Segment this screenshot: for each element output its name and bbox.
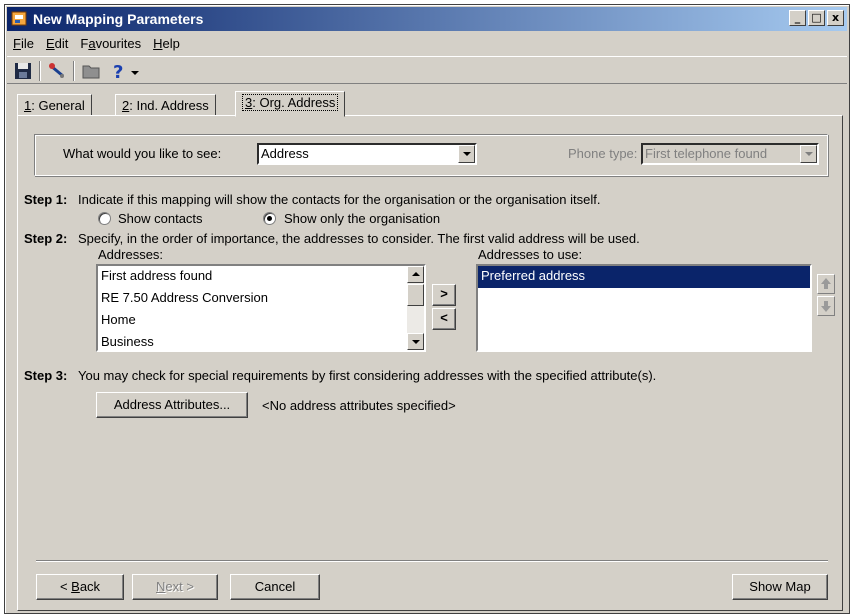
scroll-down-icon[interactable] <box>407 333 424 350</box>
map-pin-icon[interactable] <box>45 60 69 82</box>
step2-heading: Step 2: <box>24 231 68 246</box>
menu-favourites-accel: a <box>88 36 96 51</box>
move-down-button[interactable] <box>817 296 835 316</box>
menu-file[interactable]: File <box>7 33 40 55</box>
phone-type-value: First telephone found <box>645 146 768 161</box>
arrow-up-icon <box>821 278 831 289</box>
radio-show-contacts[interactable] <box>98 212 111 225</box>
list-item[interactable]: Home <box>98 310 407 332</box>
menu-edit-label: dit <box>54 36 69 51</box>
list-item[interactable]: Business <box>98 332 407 350</box>
addresses-to-use-label: Addresses to use: <box>478 247 583 262</box>
list-item[interactable]: RE 7.50 Address Conversion <box>98 288 407 310</box>
main-window: New Mapping Parameters _ □ x File Edit F… <box>4 4 850 614</box>
tab-org-address-label: : Org. Address <box>252 95 336 110</box>
footer-separator <box>36 560 828 562</box>
radio-show-organisation[interactable] <box>263 212 276 225</box>
back-button-accel: B <box>71 579 80 594</box>
step2-text: Specify, in the order of importance, the… <box>78 231 640 246</box>
attributes-status: <No address attributes specified> <box>262 398 456 413</box>
addresses-listbox[interactable]: First address found RE 7.50 Address Conv… <box>96 264 426 352</box>
phone-type-label: Phone type: <box>568 146 638 161</box>
tab-ind-address[interactable]: 2: Ind. Address <box>115 94 216 116</box>
list-item[interactable]: Preferred address <box>478 266 810 288</box>
toolbar-separator <box>39 61 41 81</box>
menu-help[interactable]: Help <box>147 33 186 55</box>
radio-show-contacts-label: Show contacts <box>118 211 203 226</box>
folder-icon[interactable] <box>79 60 103 82</box>
close-button[interactable]: x <box>827 10 844 26</box>
help-icon[interactable]: ? <box>107 60 131 83</box>
minimize-button[interactable]: _ <box>789 10 806 26</box>
menu-edit[interactable]: Edit <box>40 33 74 55</box>
next-button-label: ext > <box>165 579 194 594</box>
toolbar: ? <box>7 56 847 84</box>
menu-favourites-label: vourites <box>95 36 142 51</box>
move-up-button[interactable] <box>817 274 835 294</box>
save-icon[interactable] <box>11 60 35 82</box>
dropdown-arrow-icon[interactable] <box>129 60 141 82</box>
tab-ind-address-label: : Ind. Address <box>129 98 209 113</box>
addresses-to-use-listbox[interactable]: Preferred address <box>476 264 812 352</box>
back-button-pre: < <box>59 579 72 594</box>
maximize-button[interactable]: □ <box>808 10 825 26</box>
arrow-down-icon <box>821 301 831 312</box>
address-attributes-button[interactable]: Address Attributes... <box>96 392 248 418</box>
step1-text: Indicate if this mapping will show the c… <box>78 192 601 207</box>
app-icon <box>11 10 29 28</box>
tab-org-address-focus: 3: Org. Address <box>242 94 339 111</box>
tab-general-label: : General <box>31 98 85 113</box>
menu-file-label: ile <box>20 36 34 51</box>
back-button[interactable]: < Back <box>36 574 124 600</box>
next-button[interactable]: Next > <box>132 574 218 600</box>
menu-edit-accel: E <box>45 36 55 51</box>
step1-heading: Step 1: <box>24 192 68 207</box>
menu-bar: File Edit Favourites Help <box>7 33 186 55</box>
window-title: New Mapping Parameters <box>33 11 204 27</box>
tab-org-address[interactable]: 3: Org. Address <box>235 91 346 117</box>
view-groupbox: What would you like to see: Address Phon… <box>34 134 828 176</box>
view-select[interactable]: Address <box>257 143 477 165</box>
next-button-accel: N <box>156 579 166 594</box>
tab-general[interactable]: 1: General <box>17 94 92 116</box>
cancel-button[interactable]: Cancel <box>230 574 320 600</box>
title-bar[interactable]: New Mapping Parameters _ □ x <box>7 7 847 31</box>
menu-favourites[interactable]: Favourites <box>74 33 147 55</box>
radio-show-organisation-label: Show only the organisation <box>284 211 441 226</box>
remove-address-button[interactable]: < <box>432 308 456 330</box>
show-map-button[interactable]: Show Map <box>732 574 828 600</box>
addresses-scrollbar[interactable] <box>407 266 424 350</box>
chevron-down-icon[interactable] <box>458 145 475 163</box>
tab-panel: What would you like to see: Address Phon… <box>17 115 843 611</box>
scroll-thumb[interactable] <box>407 284 424 306</box>
phone-type-select[interactable]: First telephone found <box>641 143 819 165</box>
menu-file-accel: F <box>13 36 21 51</box>
svg-text:?: ? <box>113 62 123 82</box>
step3-text: You may check for special requirements b… <box>78 368 657 383</box>
toolbar-separator <box>73 61 75 81</box>
chevron-down-icon[interactable] <box>800 145 817 163</box>
scroll-up-icon[interactable] <box>407 266 424 283</box>
menu-help-label: elp <box>162 36 180 51</box>
list-item[interactable]: First address found <box>98 266 407 288</box>
back-button-label: ack <box>79 579 101 594</box>
addresses-label: Addresses: <box>98 247 164 262</box>
step3-heading: Step 3: <box>24 368 68 383</box>
view-label: What would you like to see: <box>63 146 222 161</box>
view-select-value: Address <box>261 146 309 161</box>
add-address-button[interactable]: > <box>432 284 456 306</box>
